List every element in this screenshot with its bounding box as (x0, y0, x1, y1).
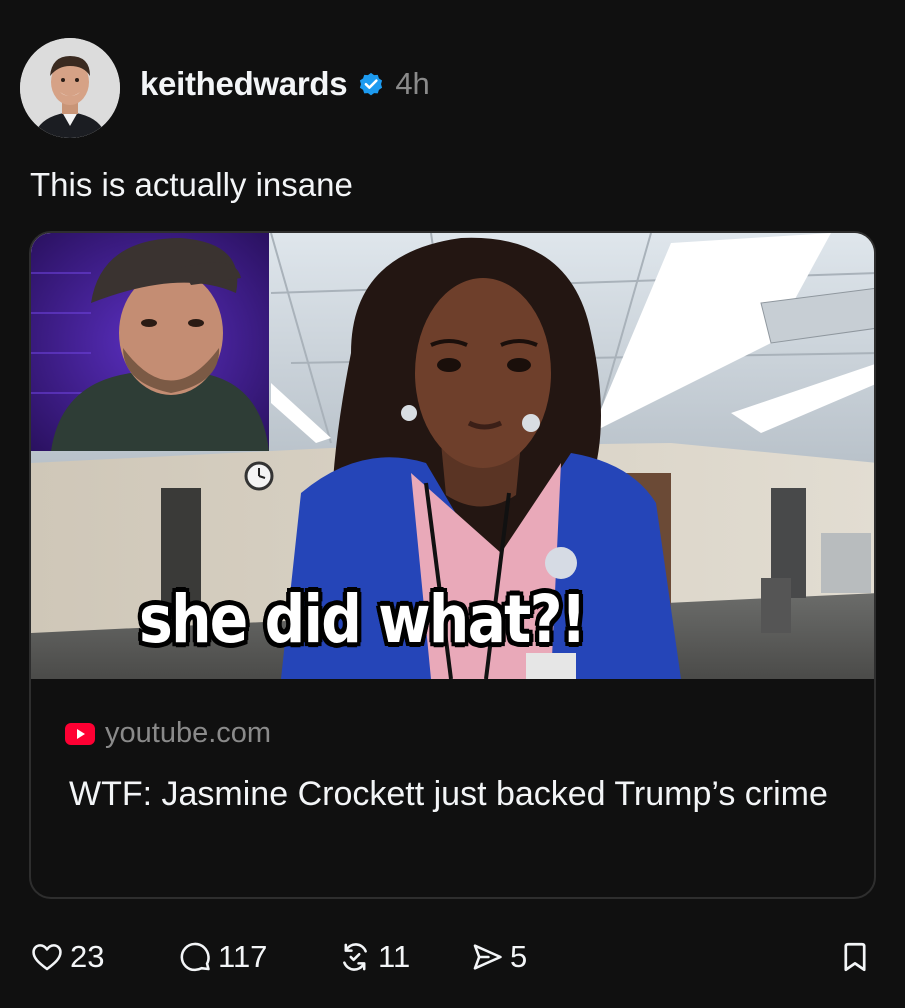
post-header: keithedwards 4h (20, 38, 430, 138)
username[interactable]: keithedwards (140, 65, 348, 103)
reply-button[interactable]: 117 (178, 934, 267, 980)
post-text: This is actually insane (30, 166, 353, 203)
link-title[interactable]: WTF: Jasmine Crockett just backed Trump’… (69, 768, 829, 820)
bookmark-icon (838, 940, 872, 974)
youtube-icon (65, 722, 95, 745)
share-button[interactable]: 5 (470, 934, 527, 980)
repost-count: 11 (378, 939, 411, 974)
link-preview-card[interactable]: she did what?! youtube.com WTF: Jasmine … (29, 231, 876, 899)
link-domain: youtube.com (105, 717, 272, 749)
reply-count: 117 (218, 939, 268, 974)
repost-button[interactable]: 11 (338, 934, 410, 980)
video-thumbnail[interactable]: she did what?! (31, 233, 874, 679)
like-count: 23 (70, 939, 105, 974)
heart-icon (30, 940, 64, 974)
post-timestamp: 4h (395, 66, 430, 101)
bookmark-button[interactable] (838, 934, 872, 980)
thumbnail-caption: she did what?! (139, 581, 587, 658)
repost-icon (338, 940, 372, 974)
header-text: keithedwards 4h (140, 65, 430, 103)
action-bar: 23 117 11 5 (30, 934, 880, 980)
avatar[interactable] (20, 38, 120, 138)
link-source: youtube.com (65, 717, 271, 750)
share-count: 5 (510, 939, 528, 974)
send-icon (470, 940, 504, 974)
like-button[interactable]: 23 (30, 934, 104, 980)
comment-bubble-icon (178, 940, 212, 974)
verified-badge-icon (357, 70, 385, 98)
